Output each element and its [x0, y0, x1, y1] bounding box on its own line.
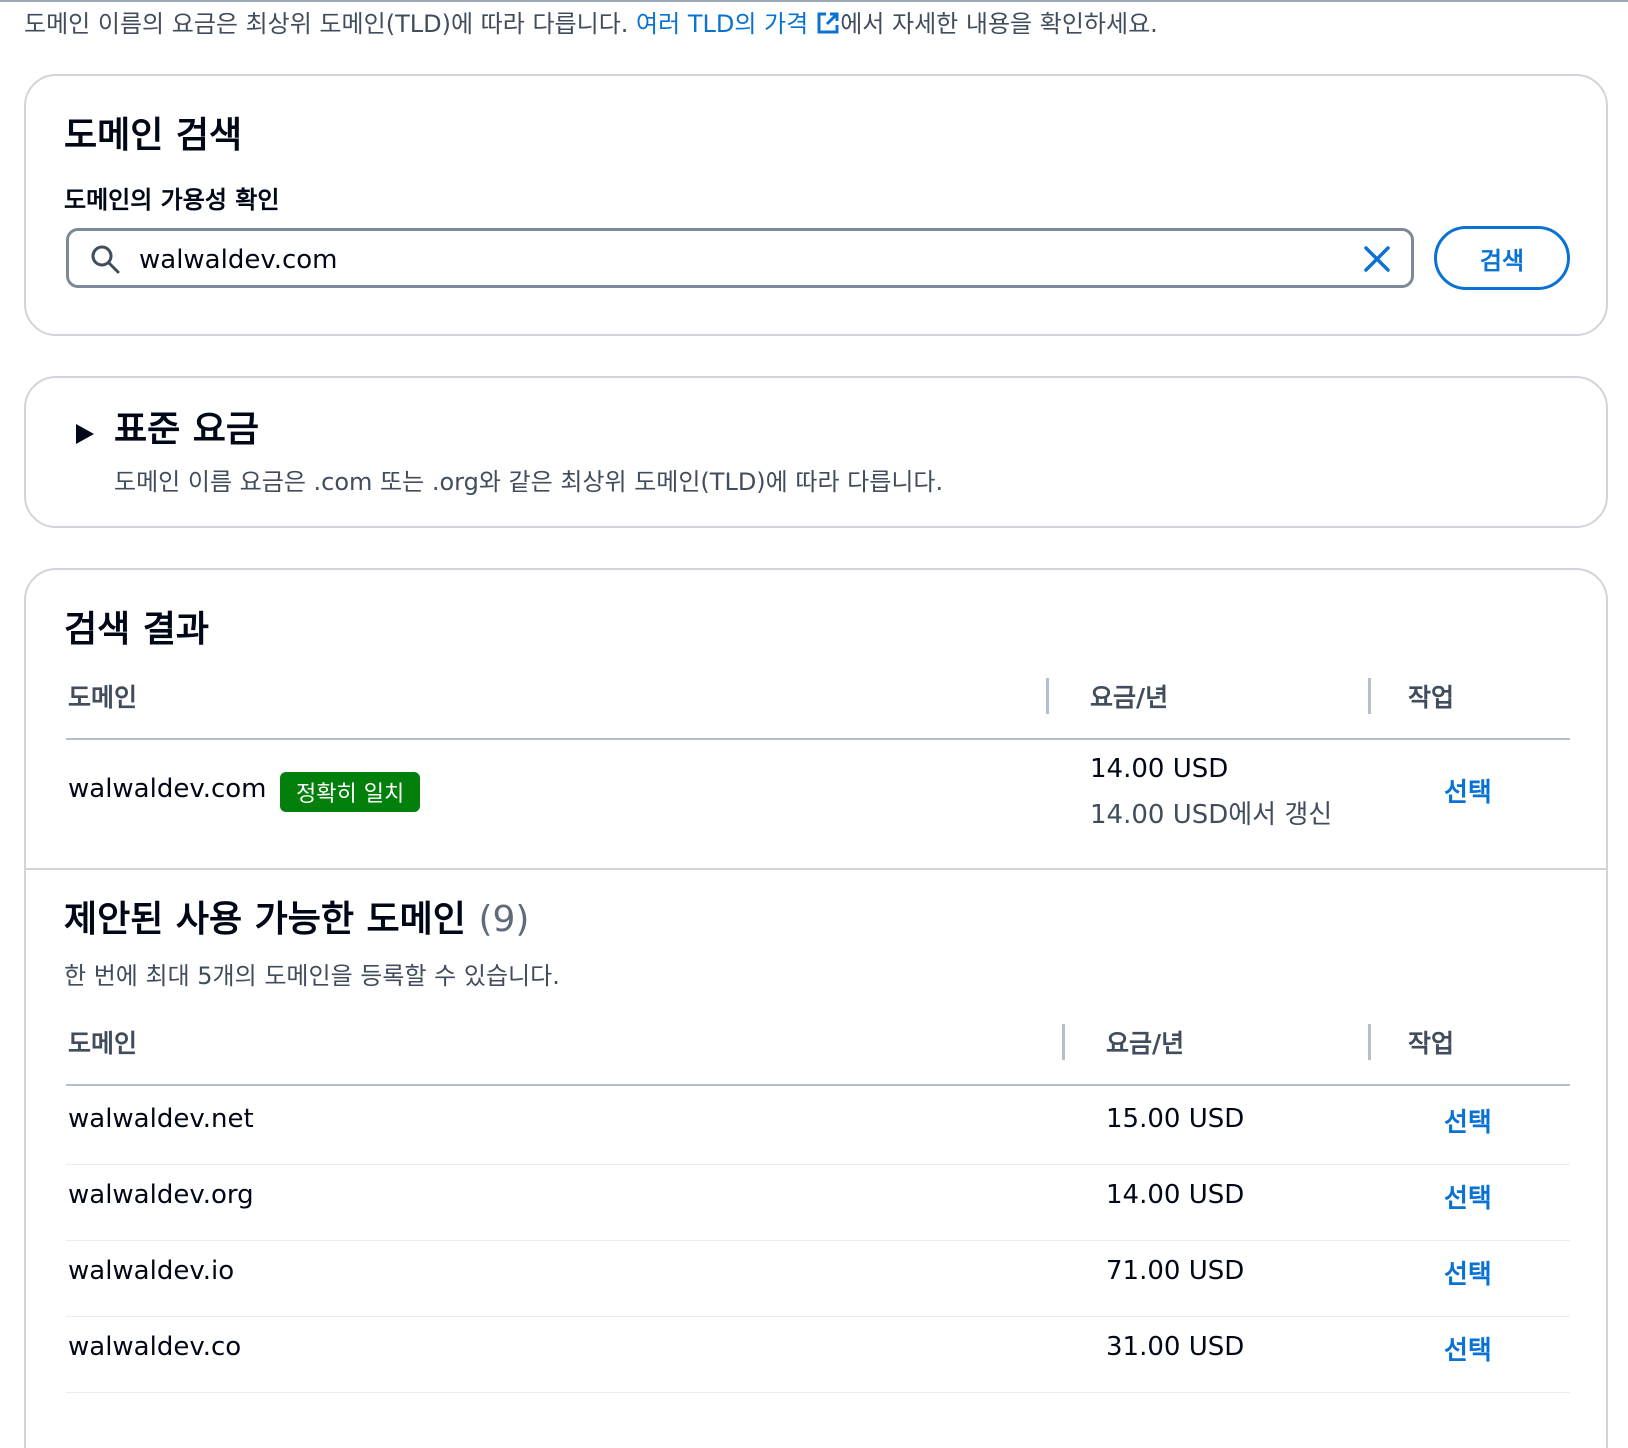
tld-pricing-link[interactable]: 여러 TLD의 가격 — [636, 10, 840, 38]
select-suggestion-button[interactable]: 선택 — [1444, 1254, 1492, 1291]
suggestions-count: (9) — [478, 899, 530, 940]
exact-match-renewal: 14.00 USD에서 갱신 — [1090, 800, 1333, 830]
row-divider — [66, 1316, 1570, 1317]
domain-search-card: 도메인 검색 도메인의 가용성 확인 walwaldev.com 검색 — [24, 74, 1608, 336]
column-header-domain: 도메인 — [68, 1029, 138, 1058]
search-icon — [91, 245, 120, 274]
column-divider — [1062, 1024, 1065, 1060]
clear-icon[interactable] — [1361, 243, 1393, 275]
row-divider — [66, 1164, 1570, 1165]
exact-match-badge: 정확히 일치 — [280, 772, 421, 812]
suggestion-domain: walwaldev.net — [68, 1104, 254, 1134]
search-button[interactable]: 검색 — [1434, 226, 1570, 290]
exact-match-domain: walwaldev.com — [68, 774, 267, 804]
suggestion-price: 14.00 USD — [1106, 1180, 1245, 1210]
availability-label: 도메인의 가용성 확인 — [64, 186, 280, 214]
suggestion-price: 31.00 USD — [1106, 1332, 1245, 1362]
column-header-price: 요금/년 — [1090, 683, 1169, 712]
search-results-title: 검색 결과 — [64, 609, 210, 650]
column-header-action: 작업 — [1408, 683, 1455, 712]
select-exact-match-button[interactable]: 선택 — [1444, 772, 1492, 809]
select-suggestion-button[interactable]: 선택 — [1444, 1178, 1492, 1215]
column-divider — [1046, 678, 1049, 714]
suggestion-price: 15.00 USD — [1106, 1104, 1245, 1134]
suggestions-description: 한 번에 최대 5개의 도메인을 등록할 수 있습니다. — [64, 962, 560, 990]
pricing-intro: 도메인 이름의 요금은 최상위 도메인(TLD)에 따라 다릅니다. 여러 TL… — [24, 4, 1158, 39]
standard-pricing-description: 도메인 이름 요금은 .com 또는 .org와 같은 최상위 도메인(TLD)… — [114, 468, 944, 496]
suggestion-domain: walwaldev.org — [68, 1180, 254, 1210]
column-divider — [1368, 1024, 1371, 1060]
select-suggestion-button[interactable]: 선택 — [1444, 1102, 1492, 1139]
table-header-line — [66, 1084, 1570, 1086]
top-divider — [0, 0, 1628, 2]
standard-pricing-card[interactable]: 표준 요금 도메인 이름 요금은 .com 또는 .org와 같은 최상위 도메… — [24, 376, 1608, 528]
column-header-price: 요금/년 — [1106, 1029, 1185, 1058]
suggestions-title: 제안된 사용 가능한 도메인 (9) — [64, 890, 529, 942]
column-header-domain: 도메인 — [68, 683, 138, 712]
column-divider — [1368, 678, 1371, 714]
suggestion-domain: walwaldev.co — [68, 1332, 242, 1362]
standard-pricing-title[interactable]: 표준 요금 — [114, 400, 259, 452]
table-header-line — [66, 738, 1570, 740]
domain-search-input[interactable]: walwaldev.com — [66, 228, 1414, 288]
intro-text-after: 에서 자세한 내용을 확인하세요. — [840, 10, 1158, 38]
domain-search-title: 도메인 검색 — [64, 115, 243, 156]
external-link-icon — [817, 12, 839, 34]
expand-caret-icon[interactable] — [72, 422, 96, 446]
section-divider — [26, 868, 1606, 870]
suggestion-price: 71.00 USD — [1106, 1256, 1245, 1286]
search-results-card: 검색 결과 도메인 요금/년 작업 walwaldev.com 정확히 일치 1… — [24, 568, 1608, 1448]
column-header-action: 작업 — [1408, 1029, 1455, 1058]
search-input-value[interactable]: walwaldev.com — [139, 245, 338, 275]
suggestions-title-text: 제안된 사용 가능한 도메인 — [64, 899, 466, 940]
suggestion-domain: walwaldev.io — [68, 1256, 235, 1286]
row-divider — [66, 1240, 1570, 1241]
intro-text: 도메인 이름의 요금은 최상위 도메인(TLD)에 따라 다릅니다. — [24, 10, 629, 38]
row-divider — [66, 1392, 1570, 1393]
select-suggestion-button[interactable]: 선택 — [1444, 1330, 1492, 1367]
exact-match-price: 14.00 USD — [1090, 754, 1229, 784]
